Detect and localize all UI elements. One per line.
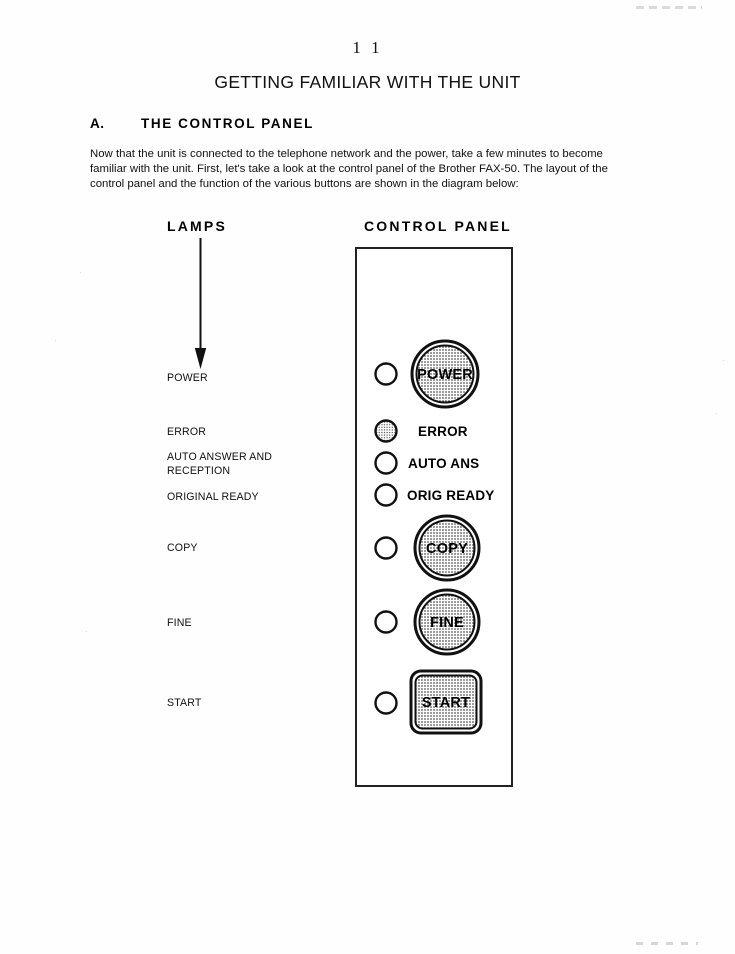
panel-label-auto-ans: AUTO ANS	[408, 456, 480, 471]
indicator-lamp-error	[374, 419, 398, 443]
scan-artifact-bottom	[636, 942, 698, 945]
scan-speck	[86, 631, 87, 632]
section-letter: A.	[90, 116, 105, 131]
lamp-label-fine: FINE	[167, 617, 192, 629]
lamp-label-start: START	[167, 697, 202, 709]
body-paragraph: Now that the unit is connected to the te…	[90, 148, 608, 191]
lamp-label-auto-answer-and-reception: AUTO ANSWER AND RECEPTION	[167, 451, 273, 477]
indicator-lamp-auto-ans	[374, 451, 398, 475]
copy-button-face	[418, 519, 476, 577]
fine-button-face	[418, 593, 476, 651]
scan-speck	[716, 413, 717, 414]
scan-speck	[80, 272, 81, 273]
scan-artifact-top	[636, 6, 702, 9]
page-number: 1 1	[352, 38, 383, 57]
indicator-lamp-fine	[374, 610, 398, 634]
control-panel-graphics	[374, 339, 483, 735]
power-button-face	[415, 344, 475, 404]
indicator-lamp-power	[374, 362, 398, 386]
panel-label-orig-ready: ORIG READY	[407, 488, 495, 503]
start-button-face	[414, 674, 478, 730]
lamp-label-original-ready: ORIGINAL READY	[167, 491, 259, 503]
lamp-label-error: ERROR	[167, 426, 207, 438]
indicator-lamp-start	[374, 691, 398, 715]
document-page: 1 1 GETTING FAMILIAR WITH THE UNIT A. TH…	[0, 0, 735, 954]
lamp-label-power: POWER	[167, 372, 208, 384]
lamp-label-copy: COPY	[167, 542, 198, 554]
page-title: GETTING FAMILIAR WITH THE UNIT	[214, 72, 521, 92]
indicator-lamp-copy	[374, 536, 398, 560]
down-arrow-icon	[186, 238, 216, 370]
scan-speck	[723, 360, 724, 361]
scan-speck	[55, 340, 56, 341]
indicator-lamp-orig-ready	[374, 483, 398, 507]
panel-label-error: ERROR	[418, 424, 468, 439]
control-panel-heading: CONTROL PANEL	[364, 218, 512, 234]
lamps-column-heading: LAMPS	[167, 218, 227, 234]
section-heading: THE CONTROL PANEL	[141, 116, 314, 131]
